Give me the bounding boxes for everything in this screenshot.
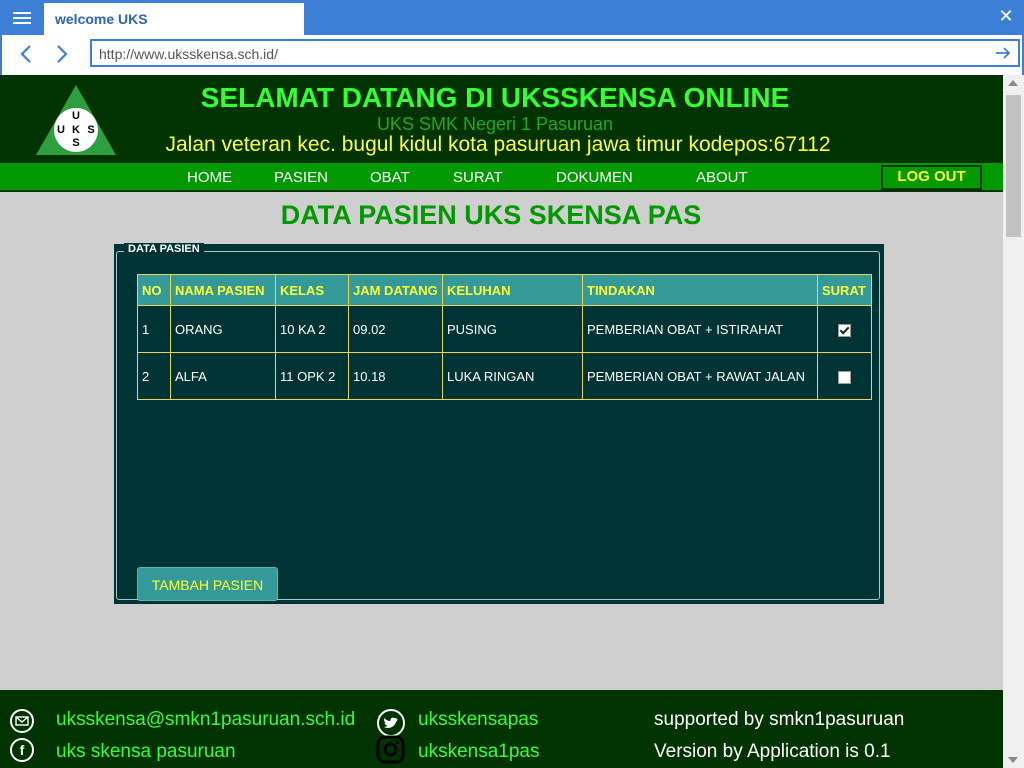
- cell-kelas: 11 OPK 2: [275, 352, 349, 400]
- facebook-icon: f: [10, 738, 34, 762]
- cell-nama: ORANG: [170, 305, 276, 353]
- nav-home[interactable]: HOME: [187, 169, 232, 186]
- scroll-down-icon[interactable]: [1008, 757, 1018, 763]
- nav-about[interactable]: ABOUT: [696, 169, 748, 186]
- panel-legend: DATA PASIEN: [124, 243, 204, 255]
- logout-button[interactable]: LOG OUT: [881, 165, 982, 190]
- twitter-icon: [377, 709, 405, 737]
- column-header[interactable]: JAM DATANG: [348, 274, 443, 306]
- surat-checkbox[interactable]: [838, 370, 851, 384]
- nav-obat[interactable]: OBAT: [370, 169, 410, 186]
- surat-checkbox[interactable]: [838, 323, 851, 337]
- tab-title: welcome UKS: [55, 11, 148, 27]
- instagram-icon: [376, 735, 405, 764]
- column-header[interactable]: SURAT: [817, 274, 872, 306]
- column-header[interactable]: TINDAKAN: [582, 274, 818, 306]
- page-title: DATA PASIEN UKS SKENSA PAS: [280, 200, 702, 230]
- cell-no: 2: [137, 352, 171, 400]
- nav-dokumen[interactable]: DOKUMEN: [556, 169, 633, 186]
- cell-keluhan: PUSING: [442, 305, 583, 353]
- footer-instagram[interactable]: ukskensa1pas: [418, 741, 539, 763]
- site-address: Jalan veteran kec. bugul kidul kota pasu…: [165, 133, 831, 156]
- site-footer: uksskensa@smkn1pasuruan.sch.id f uks ske…: [0, 690, 1003, 768]
- page-content: U U K S S SELAMAT DATANG DI UKSSKENSA ON…: [0, 75, 1003, 768]
- go-arrow-icon[interactable]: [994, 44, 1012, 67]
- cell-surat: [817, 352, 872, 400]
- vertical-scrollbar[interactable]: [1003, 75, 1024, 768]
- table-header-row: NO NAMA PASIEN KELAS JAM DATANG KELUHAN …: [137, 274, 872, 306]
- cell-kelas: 10 KA 2: [275, 305, 349, 353]
- browser-titlebar: welcome UKS ✕: [0, 0, 1024, 35]
- nav-pasien[interactable]: PASIEN: [274, 169, 328, 186]
- scrollbar-thumb[interactable]: [1006, 95, 1021, 237]
- cell-nama: ALFA: [170, 352, 276, 400]
- cell-tindakan: PEMBERIAN OBAT + RAWAT JALAN: [582, 352, 818, 400]
- column-header[interactable]: KELUHAN: [442, 274, 583, 306]
- patient-fieldset: DATA PASIEN NO NAMA PASIEN KELAS JAM DAT…: [116, 243, 880, 601]
- footer-version: Version by Application is 0.1: [654, 741, 891, 762]
- back-icon[interactable]: [14, 41, 38, 67]
- footer-email[interactable]: uksskensa@smkn1pasuruan.sch.id: [56, 709, 355, 731]
- column-header[interactable]: KELAS: [275, 274, 349, 306]
- forward-icon[interactable]: [50, 41, 74, 67]
- cell-no: 1: [137, 305, 171, 353]
- add-patient-button[interactable]: TAMBAH PASIEN: [137, 567, 278, 601]
- site-title: SELAMAT DATANG DI UKSSKENSA ONLINE: [200, 82, 790, 113]
- site-subtitle: UKS SMK Negeri 1 Pasuruan: [376, 114, 614, 134]
- patient-panel: DATA PASIEN NO NAMA PASIEN KELAS JAM DAT…: [114, 243, 884, 604]
- scroll-up-icon[interactable]: [1008, 80, 1018, 86]
- site-header: U U K S S SELAMAT DATANG DI UKSSKENSA ON…: [0, 75, 1003, 163]
- main-nav: HOME PASIEN OBAT SURAT DOKUMEN ABOUT LOG…: [0, 163, 1003, 192]
- cell-tindakan: PEMBERIAN OBAT + ISTIRAHAT: [582, 305, 818, 353]
- column-header[interactable]: NO: [137, 274, 171, 306]
- close-icon[interactable]: ✕: [996, 6, 1016, 26]
- hamburger-icon: [13, 11, 31, 24]
- cell-keluhan: LUKA RINGAN: [442, 352, 583, 400]
- cell-surat: [817, 305, 872, 353]
- table-row[interactable]: 2 ALFA 11 OPK 2 10.18 LUKA RINGAN PEMBER…: [137, 352, 872, 400]
- url-text: http://www.uksskensa.sch.id/: [99, 46, 278, 62]
- address-bar[interactable]: http://www.uksskensa.sch.id/: [90, 39, 1020, 67]
- footer-facebook[interactable]: uks skensa pasuruan: [56, 741, 236, 763]
- nav-surat[interactable]: SURAT: [453, 169, 503, 186]
- browser-menu-button[interactable]: [0, 0, 44, 35]
- browser-tab[interactable]: welcome UKS: [44, 3, 304, 35]
- patient-table: NO NAMA PASIEN KELAS JAM DATANG KELUHAN …: [137, 274, 872, 400]
- column-header[interactable]: NAMA PASIEN: [170, 274, 276, 306]
- table-row[interactable]: 1 ORANG 10 KA 2 09.02 PUSING PEMBERIAN O…: [137, 305, 872, 353]
- footer-twitter[interactable]: uksskensapas: [418, 709, 538, 731]
- footer-supported: supported by smkn1pasuruan: [654, 709, 905, 730]
- cell-jam: 10.18: [348, 352, 443, 400]
- browser-navbar: http://www.uksskensa.sch.id/: [0, 35, 1024, 75]
- email-icon: [10, 709, 34, 733]
- cell-jam: 09.02: [348, 305, 443, 353]
